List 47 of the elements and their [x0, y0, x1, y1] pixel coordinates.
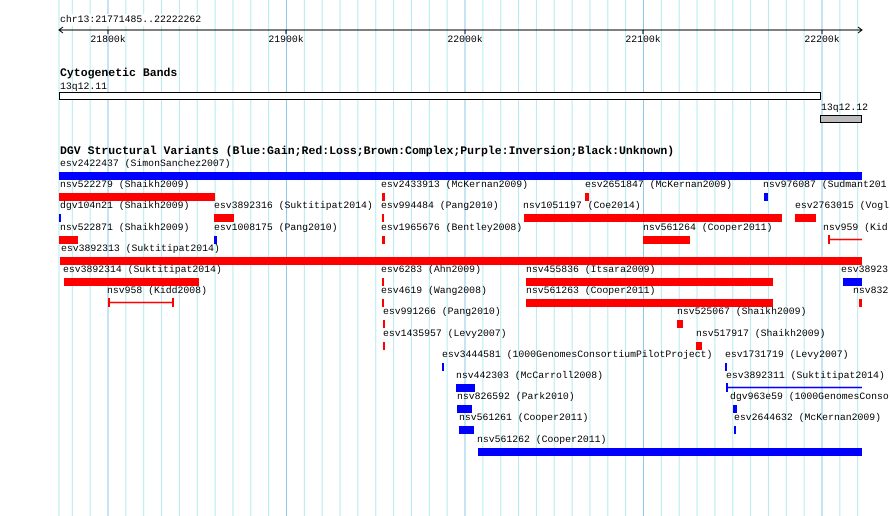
ruler-tick-label: 22100k [625, 34, 661, 46]
variant-label: nsv976087 (Sudmant201 [763, 179, 886, 192]
variant-label: nsv522279 (Shaikh2009) [60, 179, 190, 192]
variant-label: nsv561264 (Cooper2011) [643, 222, 772, 234]
variant-label: esv3444581 (1000GenomesConsortiumPilotProject) [442, 348, 712, 361]
location-label: chr13:21771485..22222262 [60, 14, 202, 26]
variant-label: esv1731719 (Levy2007) [725, 348, 848, 361]
variant-label: esv2651847 (McKernan2009) [585, 179, 732, 192]
variant-label: nsv826592 (Park2010) [457, 391, 575, 404]
variant-label: nsv1051197 (Coe2014) [523, 200, 641, 212]
variant-label: esv2644632 (McKernan2009) [734, 412, 881, 424]
variant-label: nsv561263 (Cooper2011) [526, 285, 656, 298]
band-label: 13q12.11 [60, 81, 108, 93]
variant-label: esv994484 (Pang2010) [381, 200, 499, 212]
variant-label: nsv832 [853, 285, 888, 298]
ruler-tick-label: 22200k [804, 34, 840, 46]
variant-label: esv3892313 (Suktitipat2014) [61, 242, 220, 255]
variant-label: esv2422437 (SimonSanchez2007) [60, 158, 230, 170]
variant-label: nsv522871 (Shaikh2009) [60, 222, 190, 234]
variant-label: esv3892314 (Suktitipat2014) [63, 264, 222, 276]
variant-label: nsv561262 (Cooper2011) [477, 434, 606, 446]
variant-label: nsv561261 (Cooper2011) [459, 412, 588, 424]
variant-label: nsv959 (Kid [823, 222, 888, 234]
ruler-tick-label: 21800k [90, 34, 126, 46]
variant-label: esv1965676 (Bentley2008) [381, 222, 522, 234]
variant-label: esv2433913 (McKernan2009) [381, 179, 528, 192]
variant-label: esv1008175 (Pang2010) [214, 222, 338, 234]
variant-label: dgv963e59 (1000GenomesConso [730, 391, 889, 404]
variant-label: esv38923 [841, 264, 888, 276]
variant-label: esv4619 (Wang2008) [381, 285, 487, 298]
track-title: DGV Structural Variants (Blue:Gain;Red:Loss;Brown:Complex;Purple:Inversion;Black:Unknown) [60, 145, 674, 158]
variant-label: nsv455836 (Itsara2009) [526, 264, 656, 276]
variant-label: nsv525067 (Shaikh2009) [677, 306, 806, 318]
ruler-tick-label: 21900k [268, 34, 304, 46]
track-title: Cytogenetic Bands [60, 67, 178, 80]
variant-label: esv991266 (Pang2010) [383, 306, 501, 318]
variant-label: esv6283 (Ahn2009) [381, 264, 481, 276]
variant-label: nsv442303 (McCarroll2008) [456, 370, 603, 382]
variant-label: esv3892316 (Suktitipat2014) [214, 200, 373, 212]
variant-label: nsv958 (Kidd2008) [107, 285, 207, 298]
variant-label: nsv517917 (Shaikh2009) [696, 328, 826, 340]
variant-label: esv1435957 (Levy2007) [383, 328, 506, 340]
band-label: 13q12.12 [821, 102, 868, 114]
ruler-tick-label: 22000k [447, 34, 483, 46]
variant-label: dgv104n21 (Shaikh2009) [60, 200, 190, 212]
variant-label: esv2763015 (Vogl [795, 200, 890, 212]
variant-label: esv3892311 (Suktitipat2014) [726, 370, 885, 382]
